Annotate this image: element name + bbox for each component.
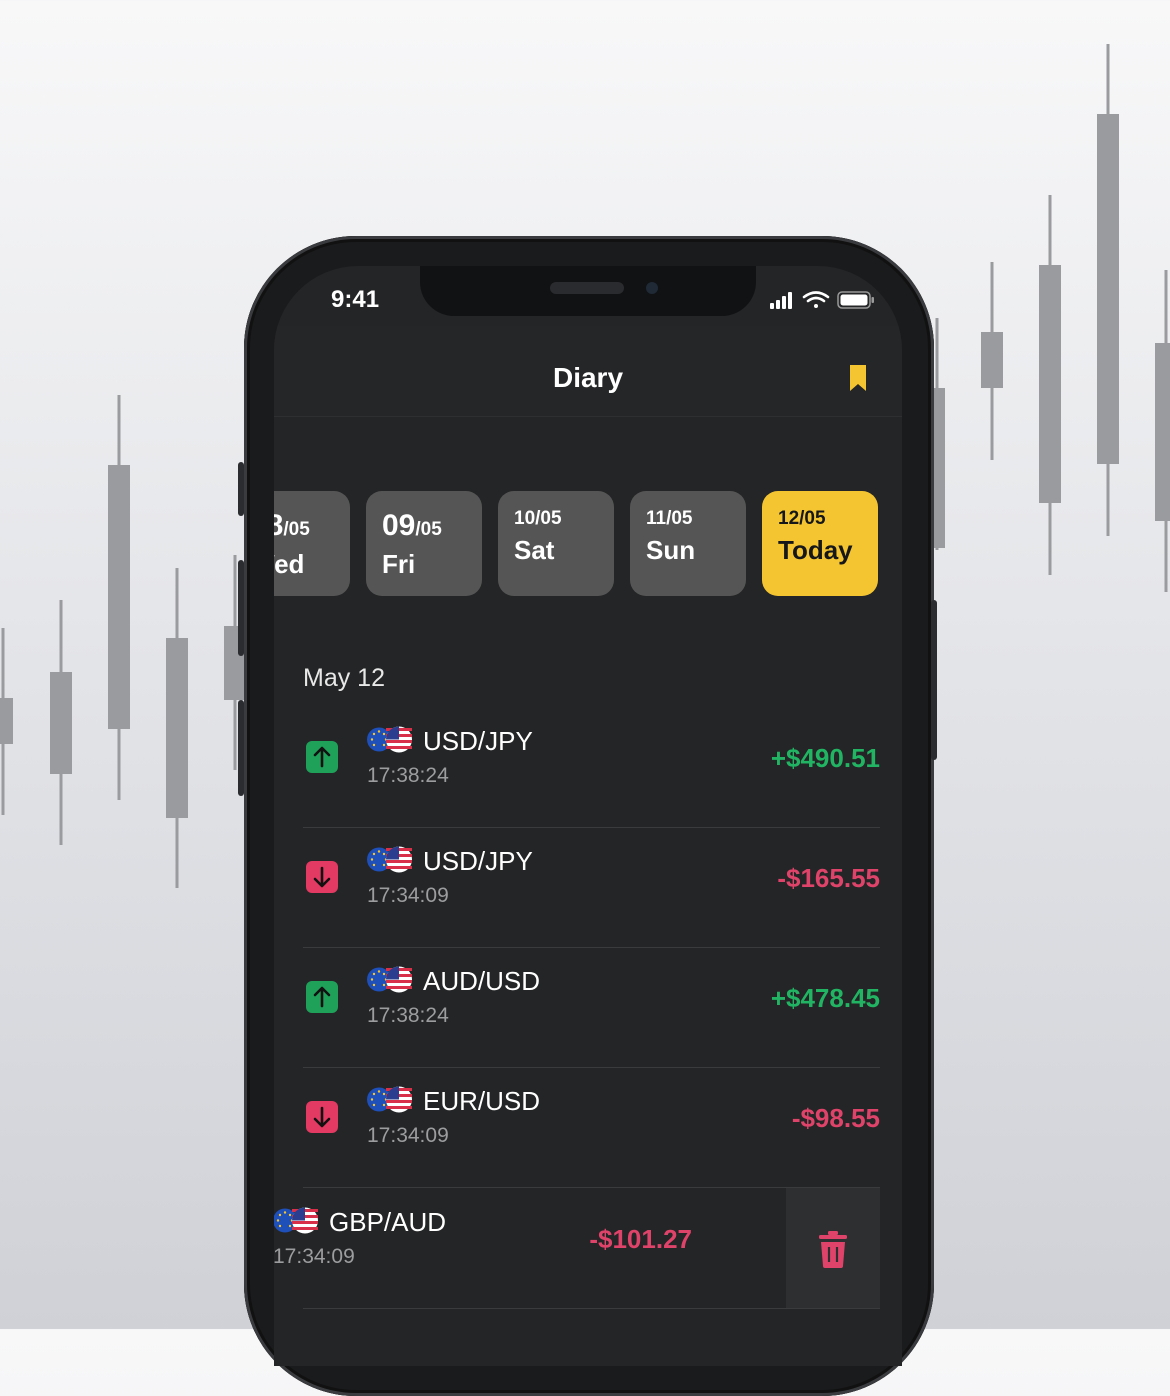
date-day: 12/05 [778,508,826,529]
speaker [550,282,624,294]
trash-icon [819,1231,847,1268]
phone-power-button [931,600,937,760]
trade-time: 17:38:24 [367,764,449,787]
date-card[interactable]: 08/05 Wed [274,491,350,596]
date-weekday: Sun [646,535,696,565]
date-day: 08/05 [274,509,310,542]
date-weekday: Today [778,535,853,565]
date-card-today[interactable]: 12/05 Today [762,491,878,596]
section-date-label: May 12 [303,664,385,692]
app-header: Diary [274,326,902,417]
wifi-icon [802,291,830,308]
date-day: 09/05 [382,509,442,542]
trade-time: 17:34:09 [367,1124,449,1147]
currency-pair: GBP/AUD [329,1207,447,1237]
phone-side-button [238,560,244,656]
trade-time: 17:38:24 [367,1004,449,1027]
arrow-up-icon [306,741,338,773]
phone-side-button [238,700,244,796]
notch [420,266,756,316]
trade-amount: +$490.51 [770,743,880,773]
arrow-down-icon [306,861,338,893]
battery-icon [837,291,874,309]
date-selector: 08/05 Wed 09/05 Fri 10/05 Sat 11/05 Sun … [274,491,902,597]
date-card[interactable]: 10/05 Sat [498,491,614,596]
currency-flags-icon [367,966,412,993]
currency-flags-icon [367,1086,412,1113]
date-card[interactable]: 11/05 Sun [630,491,746,596]
arrow-up-icon [306,981,338,1013]
currency-flags-icon [274,1207,318,1234]
date-card[interactable]: 09/05 Fri [366,491,482,596]
arrow-down-icon [306,1101,338,1133]
currency-pair: USD/JPY [423,726,533,756]
trade-amount: -$101.27 [589,1224,692,1254]
bookmark-icon[interactable] [848,363,868,398]
trade-amount: -$165.55 [777,863,880,893]
date-day: 11/05 [646,508,693,529]
currency-pair: USD/JPY [423,846,533,876]
date-weekday: Wed [274,549,305,579]
trade-time: 17:34:09 [274,1245,355,1268]
phone-side-button [238,462,244,516]
front-camera [646,282,658,294]
app-screen: 9:41 Diary 8/05 ed 09/05 Fri 10/05 Sat 1… [274,266,902,1366]
page-title: Diary [552,362,624,393]
date-weekday: Sat [514,535,555,565]
delete-button[interactable] [786,1188,880,1308]
currency-pair: EUR/USD [423,1086,541,1116]
currency-flags-icon [367,726,412,753]
trade-row[interactable]: EUR/USD 17:34:09 -$98.55 [303,1067,880,1188]
trade-amount: -$98.55 [791,1103,880,1133]
date-weekday: Fri [382,549,416,579]
trade-row[interactable]: AUD/USD 17:38:24 +$478.45 [303,947,880,1068]
trade-row-content[interactable]: GBP/AUD 17:34:09 -$101.27 [274,1188,786,1308]
status-time: 9:41 [331,286,380,313]
trade-amount: +$478.45 [770,983,880,1013]
trade-row-swiped[interactable]: GBP/AUD 17:34:09 -$101.27 [274,1188,880,1309]
currency-pair: AUD/USD [423,966,541,996]
trade-row[interactable]: USD/JPY 17:38:24 +$490.51 [303,707,880,828]
signal-icon [770,292,792,309]
trade-row[interactable]: USD/JPY 17:34:09 -$165.55 [303,827,880,948]
status-icons [770,290,874,315]
trade-time: 17:34:09 [367,884,449,907]
currency-flags-icon [367,846,412,873]
date-day: 10/05 [514,508,562,529]
